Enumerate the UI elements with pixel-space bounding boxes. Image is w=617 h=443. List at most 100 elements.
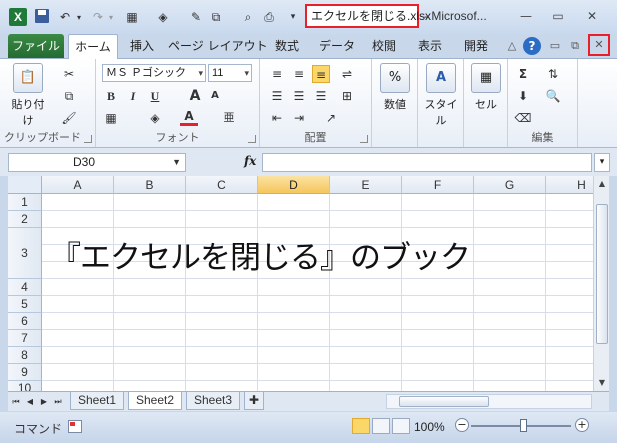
first-sheet-icon[interactable]: ⏮ [10, 395, 22, 409]
paste-special-icon[interactable]: ⧉ [208, 8, 224, 26]
minimize-button[interactable]: — [514, 7, 538, 25]
tab-review[interactable]: 校閲 [362, 34, 406, 58]
sort-filter-icon[interactable]: ⇅ [544, 65, 562, 83]
row-header-4[interactable]: 4 [8, 279, 42, 296]
autosum-button[interactable]: Σ [514, 65, 532, 83]
row-header-5[interactable]: 5 [8, 296, 42, 313]
tab-file[interactable]: ファイル [8, 34, 64, 58]
row-header-2[interactable]: 2 [8, 211, 42, 228]
redo-dropdown-icon[interactable]: ▾ [106, 8, 116, 26]
column-header-a[interactable]: A [42, 176, 114, 194]
borders-icon[interactable]: ▦ [124, 8, 140, 26]
sheet-tab-1[interactable]: Sheet1 [70, 392, 125, 410]
column-header-f[interactable]: F [402, 176, 474, 194]
save-icon[interactable] [35, 9, 49, 23]
styles-button[interactable]: A スタイル [421, 63, 461, 128]
insert-sheet-icon[interactable]: ✚ [244, 392, 265, 410]
format-painter-icon[interactable]: ✎ [188, 8, 204, 26]
orientation-icon[interactable]: ↗ [322, 109, 340, 127]
font-color-button[interactable]: A [180, 109, 198, 126]
alignment-launcher-icon[interactable] [360, 135, 368, 143]
phonetic-button[interactable]: 亜 [220, 109, 238, 127]
insert-function-button[interactable]: fx [244, 154, 256, 168]
align-middle-icon[interactable]: ≡ [290, 65, 308, 83]
tab-formulas[interactable]: 数式 [266, 34, 308, 58]
tab-home[interactable]: ホーム [68, 34, 118, 59]
font-name-select[interactable]: ＭＳ Ｐゴシック [102, 64, 206, 82]
align-bottom-icon[interactable]: ≡ [312, 65, 330, 83]
close-window-button[interactable]: ✕ [580, 7, 604, 25]
column-header-b[interactable]: B [114, 176, 186, 194]
print-icon[interactable]: ⎙ [261, 8, 277, 26]
zoom-in-button[interactable]: + [575, 418, 589, 432]
tab-data[interactable]: データ [314, 34, 360, 58]
decrease-indent-icon[interactable]: ⇤ [268, 109, 286, 127]
undo-dropdown-icon[interactable]: ▾ [74, 8, 84, 26]
cut-icon[interactable]: ✂ [60, 65, 78, 83]
column-header-c[interactable]: C [186, 176, 258, 194]
macro-record-icon[interactable] [68, 420, 82, 433]
align-top-icon[interactable]: ≡ [268, 65, 286, 83]
row-header-8[interactable]: 8 [8, 347, 42, 364]
customize-toolbar-icon[interactable]: ▾ [287, 8, 299, 26]
undo-icon[interactable]: ↶ [57, 8, 73, 26]
copy-icon[interactable]: ⧉ [60, 87, 78, 105]
align-left-icon[interactable]: ☰ [268, 87, 286, 105]
select-all-button[interactable] [8, 176, 42, 194]
row-header-9[interactable]: 9 [8, 364, 42, 381]
help-icon[interactable]: ? [523, 37, 541, 55]
horizontal-scroll-thumb[interactable] [399, 396, 489, 407]
print-preview-icon[interactable]: ⌕ [240, 8, 256, 26]
sheet-tab-2[interactable]: Sheet2 [128, 392, 183, 410]
name-box-dropdown-icon[interactable]: ▼ [172, 154, 181, 171]
column-header-d[interactable]: D [258, 176, 330, 194]
column-header-e[interactable]: E [330, 176, 402, 194]
underline-button[interactable]: U [146, 87, 164, 105]
cells-button[interactable]: ▦ セル [466, 63, 506, 112]
clear-icon[interactable]: ⌫ [514, 109, 532, 127]
grow-font-button[interactable]: A [186, 87, 204, 105]
cell-area[interactable] [42, 194, 593, 391]
format-painter-button-icon[interactable]: 🖌 [60, 109, 78, 127]
row-header-1[interactable]: 1 [8, 194, 42, 211]
shrink-font-button[interactable]: A [206, 87, 224, 105]
merge-center-icon[interactable]: ⊞ [338, 87, 356, 105]
last-sheet-icon[interactable]: ⏭ [52, 395, 64, 409]
doc-restore-icon[interactable]: ⧉ [566, 37, 584, 55]
doc-minimize-icon[interactable]: ▭ [546, 37, 564, 55]
align-right-icon[interactable]: ☰ [312, 87, 330, 105]
font-size-select[interactable]: 11 [208, 64, 252, 82]
page-break-view-button[interactable] [392, 418, 410, 434]
name-box[interactable]: D30 ▼ [8, 153, 186, 172]
fill-icon[interactable]: ⬇ [514, 87, 532, 105]
next-sheet-icon[interactable]: ▶ [38, 395, 50, 409]
row-header-7[interactable]: 7 [8, 330, 42, 347]
fill-color-icon[interactable]: ◈ [155, 8, 171, 26]
page-layout-view-button[interactable] [372, 418, 390, 434]
zoom-out-button[interactable]: − [455, 418, 469, 432]
excel-logo-icon[interactable]: X [9, 8, 27, 26]
sheet-tab-3[interactable]: Sheet3 [186, 392, 241, 410]
redo-icon[interactable]: ↷ [90, 8, 106, 26]
find-select-icon[interactable]: 🔍 [544, 87, 562, 105]
tab-developer[interactable]: 開発 [454, 34, 498, 58]
maximize-button[interactable]: ▭ [546, 7, 570, 25]
close-workbook-icon[interactable]: ✕ [588, 34, 610, 56]
ribbon-minimize-icon[interactable]: △ [503, 37, 521, 55]
horizontal-scrollbar[interactable] [386, 394, 592, 409]
clipboard-launcher-icon[interactable] [84, 135, 92, 143]
row-header-6[interactable]: 6 [8, 313, 42, 330]
zoom-level[interactable]: 100% [414, 420, 445, 434]
increase-indent-icon[interactable]: ⇥ [290, 109, 308, 127]
column-header-h[interactable]: H [546, 176, 593, 194]
align-center-icon[interactable]: ☰ [290, 87, 308, 105]
column-header-g[interactable]: G [474, 176, 546, 194]
scroll-up-icon[interactable]: ▲ [594, 176, 610, 192]
tab-page-layout[interactable]: ページ レイアウト [168, 34, 268, 58]
formula-input[interactable] [262, 153, 592, 172]
prev-sheet-icon[interactable]: ◀ [24, 395, 36, 409]
scroll-down-icon[interactable]: ▼ [594, 375, 610, 391]
fill-color-button-icon[interactable]: ◈ [146, 109, 164, 127]
row-header-3[interactable]: 3 [8, 228, 42, 279]
tab-view[interactable]: 表示 [410, 34, 450, 58]
